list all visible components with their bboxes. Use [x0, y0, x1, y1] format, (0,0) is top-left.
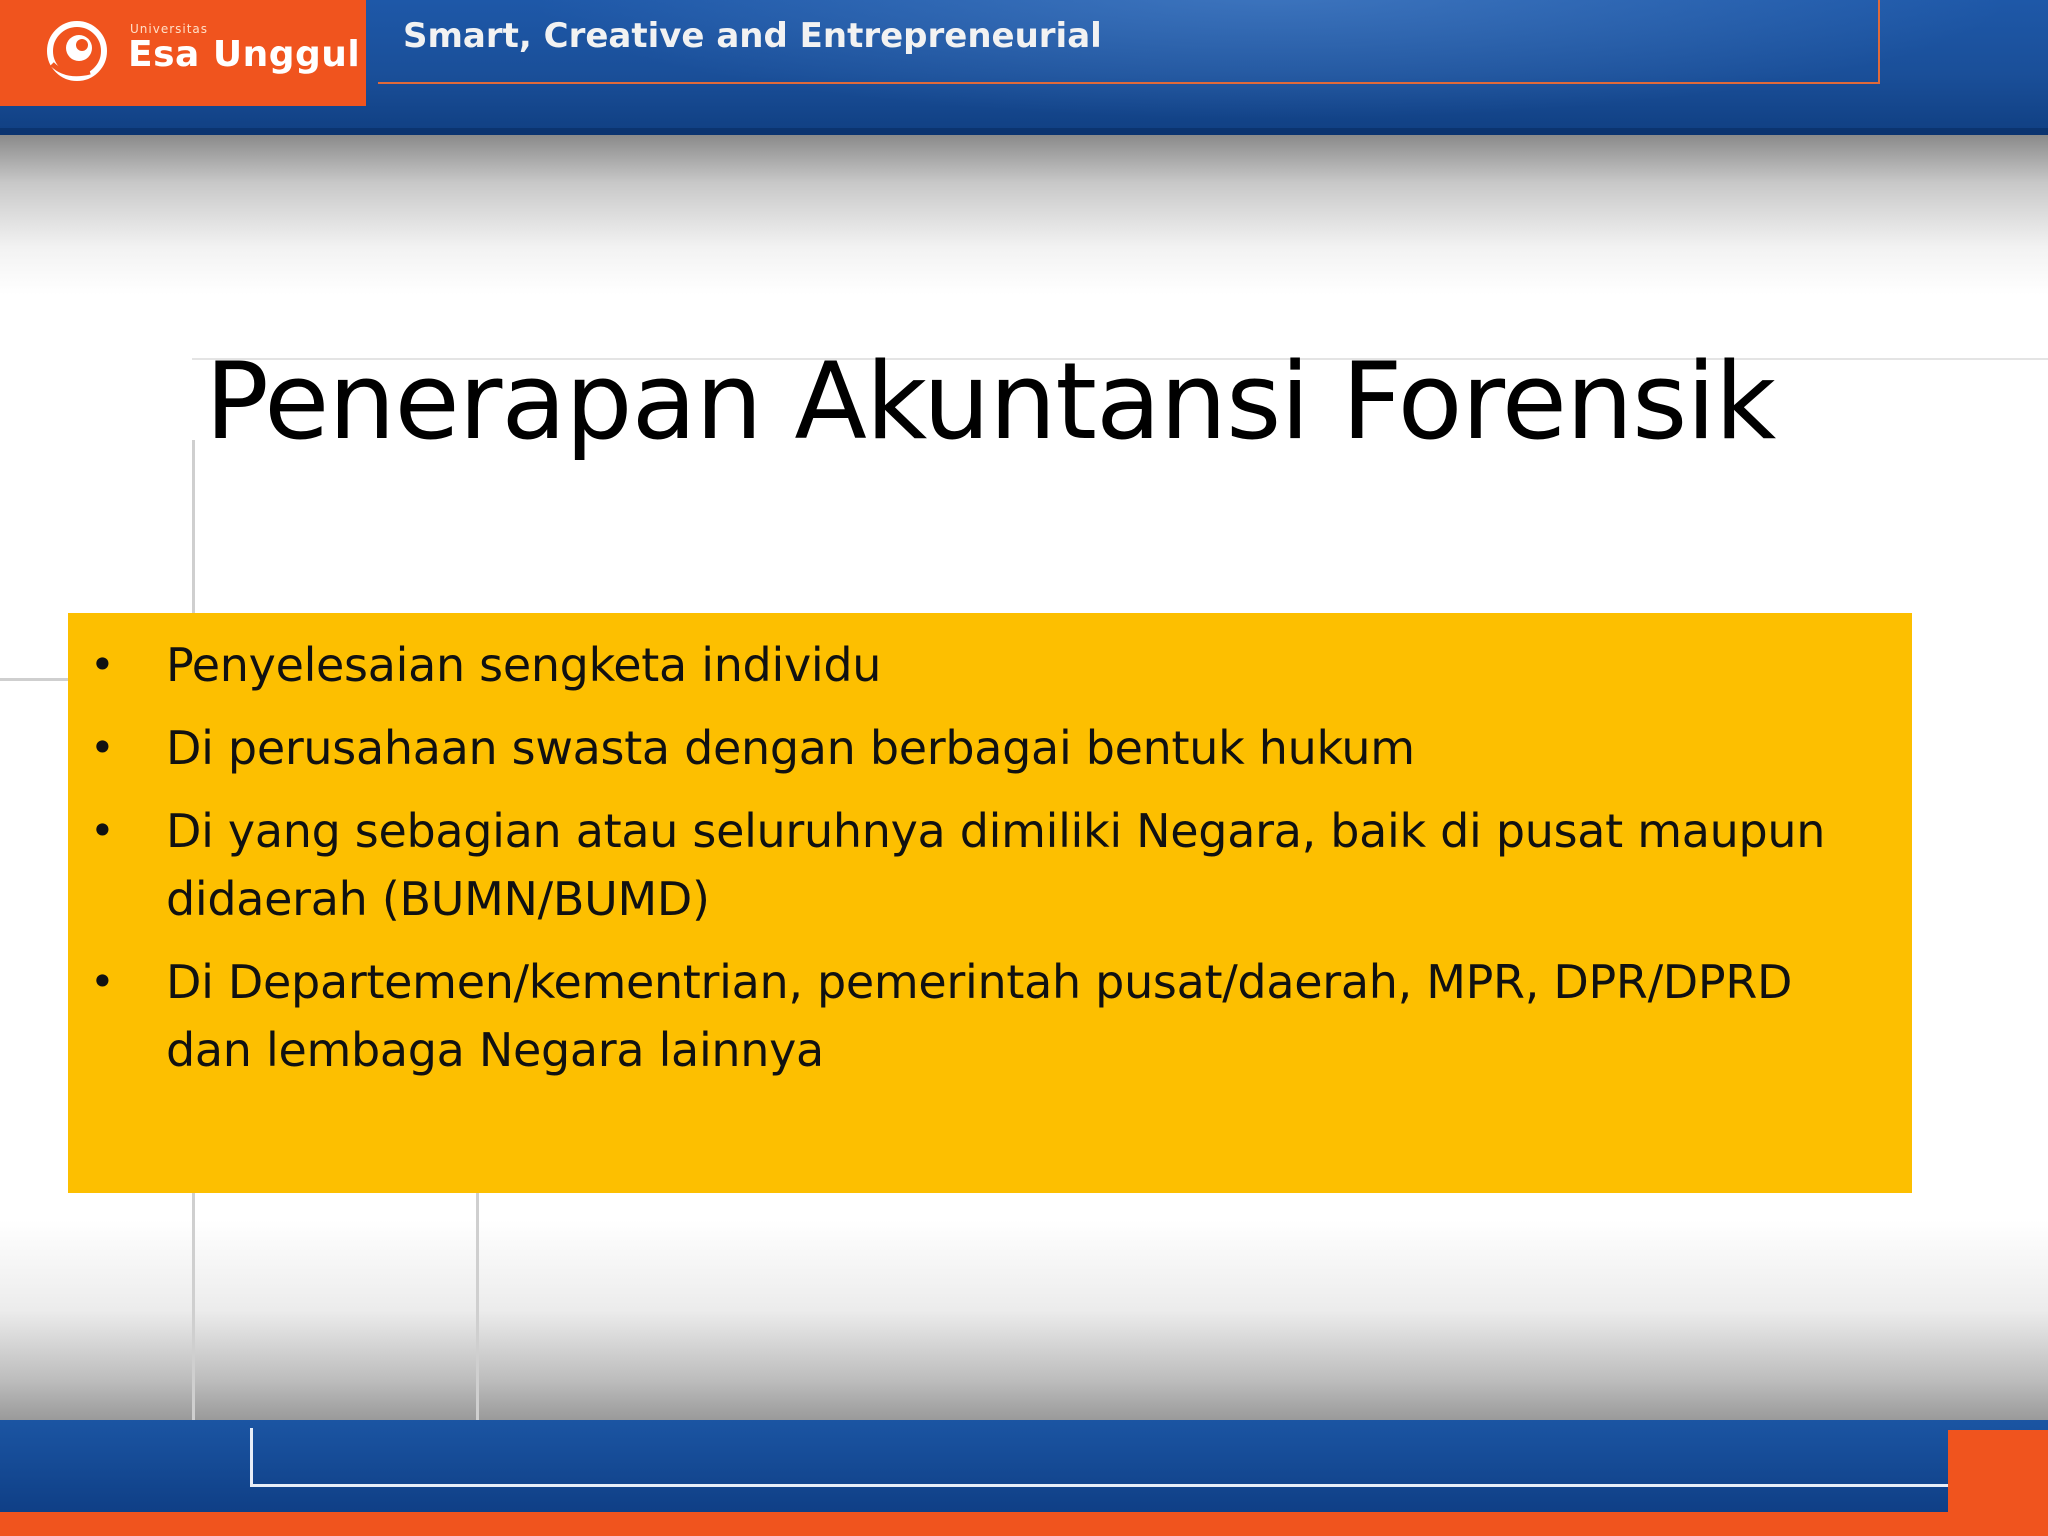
- bullet-icon: •: [90, 806, 115, 855]
- footer-orange-block: [1948, 1430, 2048, 1512]
- bullet-text: Di yang sebagian atau seluruhnya dimilik…: [166, 804, 1826, 926]
- content-box: • Penyelesaian sengketa individu • Di pe…: [68, 613, 1912, 1193]
- logo-box: Universitas Esa Unggul: [0, 0, 366, 106]
- bullet-item: • Di yang sebagian atau seluruhnya dimil…: [68, 797, 1912, 933]
- slide-title: Penerapan Akuntansi Forensik: [205, 340, 1776, 463]
- esa-unggul-logo-icon: [47, 21, 107, 81]
- bullet-item: • Penyelesaian sengketa individu: [68, 631, 1912, 699]
- bullet-text: Di Departemen/kementrian, pemerintah pus…: [166, 955, 1793, 1077]
- decorative-line: [476, 1190, 479, 1420]
- bullet-icon: •: [90, 957, 115, 1006]
- bullet-icon: •: [90, 640, 115, 689]
- footer-frame: [250, 1428, 1953, 1487]
- footer-orange-strip: [0, 1512, 2048, 1536]
- top-gray-fade: [0, 135, 2048, 295]
- header-divider: [0, 128, 2048, 135]
- bullet-item: • Di perusahaan swasta dengan berbagai b…: [68, 714, 1912, 782]
- bullet-text: Penyelesaian sengketa individu: [166, 638, 882, 692]
- bullet-text: Di perusahaan swasta dengan berbagai ben…: [166, 721, 1415, 775]
- logo-name: Esa Unggul: [128, 34, 361, 75]
- bullet-list: • Penyelesaian sengketa individu • Di pe…: [68, 631, 1912, 1099]
- bullet-item: • Di Departemen/kementrian, pemerintah p…: [68, 948, 1912, 1084]
- bullet-icon: •: [90, 723, 115, 772]
- bottom-gray-fade: [0, 1220, 2048, 1420]
- decorative-line: [0, 678, 70, 681]
- tagline: Smart, Creative and Entrepreneurial: [403, 16, 1102, 56]
